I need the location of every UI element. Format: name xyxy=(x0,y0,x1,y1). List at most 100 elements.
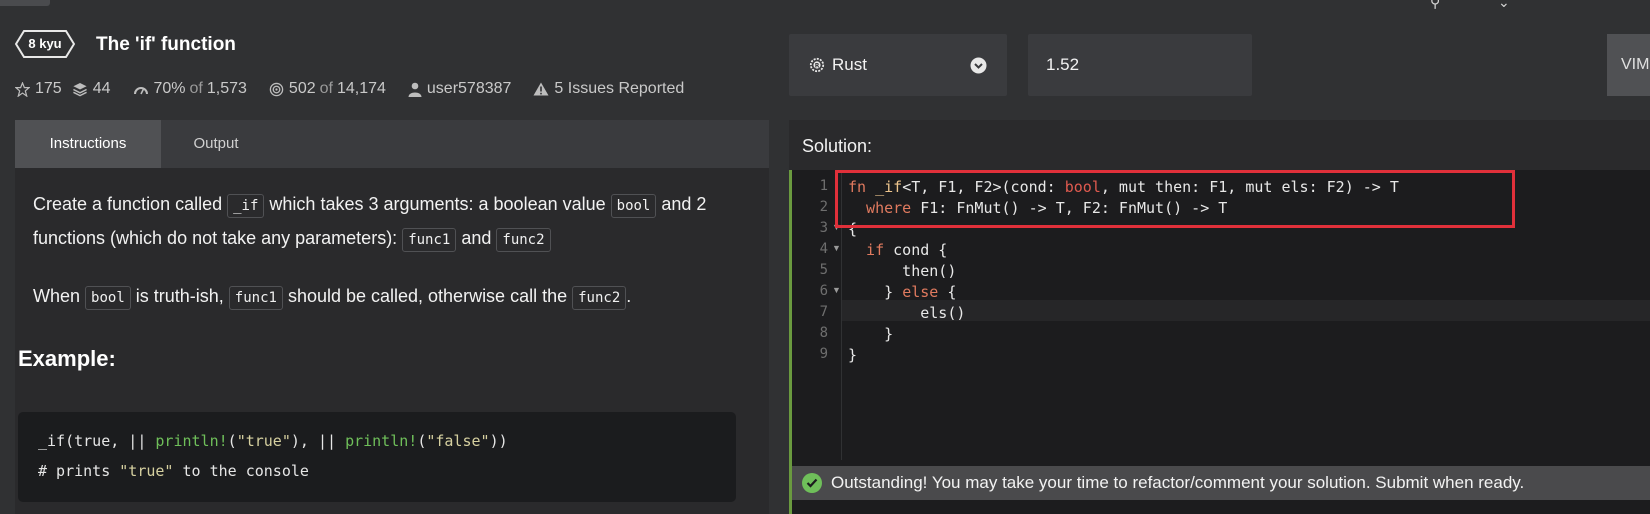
code-line-7: els() xyxy=(848,304,966,322)
code-token: ), || xyxy=(290,432,346,450)
code-token: "true" xyxy=(236,432,291,450)
inline-code: func1 xyxy=(402,228,457,252)
user-icon xyxy=(408,82,422,97)
example-code-block: _if(true, || println!("true"), || printl… xyxy=(18,412,736,502)
success-message: Outstanding! You may take your time to r… xyxy=(831,473,1525,492)
author-name: user578387 xyxy=(426,80,512,97)
fold-arrow-icon[interactable]: ▼ xyxy=(832,285,841,295)
line-number: 6 xyxy=(819,283,828,299)
code-token: else xyxy=(902,283,939,301)
gauge-icon xyxy=(133,87,148,95)
solution-panel: Solution: 1 2 3 ▼ 4 ▼ 5 6 ▼ 7 8 9 fn _if… xyxy=(789,120,1650,514)
text: When xyxy=(33,286,86,306)
rank-label: 8 kyu xyxy=(28,36,62,51)
inline-code: func1 xyxy=(228,286,283,310)
version-select[interactable]: 1.52 xyxy=(1028,34,1252,96)
code-token: println! xyxy=(155,432,228,450)
line-number: 3 xyxy=(819,220,828,236)
chevron-down-icon[interactable]: ⌄ xyxy=(1498,0,1510,11)
inline-code: bool xyxy=(85,286,131,310)
completed-total: 14,174 xyxy=(336,80,386,97)
tab-instructions[interactable]: Instructions xyxy=(15,120,161,168)
highlight-annotation-box xyxy=(835,170,1515,228)
code-editor[interactable]: 1 2 3 ▼ 4 ▼ 5 6 ▼ 7 8 9 fn _if<T, F1, F2… xyxy=(789,170,1650,514)
text: which takes 3 arguments: a boolean value xyxy=(264,194,611,214)
text: . xyxy=(626,286,632,306)
line-number: 8 xyxy=(819,325,828,341)
code-token: to the console xyxy=(173,462,309,480)
collections-stat[interactable]: 44 xyxy=(72,80,111,98)
success-banner: Outstanding! You may take your time to r… xyxy=(792,466,1650,500)
tab-bar: Instructions Output xyxy=(15,120,769,168)
rank-badge: 8 kyu xyxy=(15,30,75,58)
vim-toggle-button[interactable]: VIM xyxy=(1607,34,1650,96)
search-icon[interactable]: ⚲ xyxy=(1430,0,1440,11)
vim-label: VIM xyxy=(1621,56,1650,73)
issues-label: 5 Issues Reported xyxy=(554,80,685,97)
text: is truth-ish, xyxy=(130,286,229,306)
fold-arrow-icon[interactable]: ▼ xyxy=(832,243,841,253)
line-number: 2 xyxy=(819,199,828,215)
line-number: 9 xyxy=(819,346,828,362)
code-token: if xyxy=(848,241,885,259)
stars-count: 175 xyxy=(35,80,62,97)
chevron-down-icon xyxy=(970,57,987,73)
code-token: )) xyxy=(489,432,508,450)
top-nav-tab[interactable] xyxy=(0,0,50,6)
code-token: println! xyxy=(345,432,418,450)
author-stat[interactable]: user578387 xyxy=(408,80,512,98)
top-strip: ⚲ ⌄ xyxy=(0,0,1650,10)
target-icon xyxy=(269,82,284,96)
check-circle-icon xyxy=(802,473,822,493)
collections-count: 44 xyxy=(92,80,111,97)
line-number: 5 xyxy=(819,262,828,278)
description-paragraph-1: Create a function called _if which takes… xyxy=(33,188,753,256)
kata-stats: 175 44 70% of 1,573 502 of 14,174 user57… xyxy=(15,80,706,98)
line-number: 4 xyxy=(819,241,828,257)
completed-stat: 502 of 14,174 xyxy=(269,80,386,98)
language-label: Rust xyxy=(832,55,867,74)
inline-code: func2 xyxy=(572,286,627,310)
inline-code: func2 xyxy=(496,228,551,252)
version-label: 1.52 xyxy=(1046,55,1080,74)
code-token: ( xyxy=(227,432,237,450)
rust-logo-icon: R xyxy=(809,57,825,73)
code-token: cond { xyxy=(884,241,948,259)
inline-code: bool xyxy=(610,194,657,218)
satisfaction-stat: 70% of 1,573 xyxy=(133,80,247,98)
code-token: "false" xyxy=(426,432,490,450)
solution-label: Solution: xyxy=(802,136,873,156)
code-token: { xyxy=(938,283,957,301)
stars-stat[interactable]: 175 xyxy=(15,80,62,98)
code-line-4: if cond { xyxy=(848,241,947,259)
code-token: } xyxy=(848,283,903,301)
code-line-8: } xyxy=(848,325,894,343)
satisfaction-percent: 70% xyxy=(153,80,186,97)
text: Create a function called xyxy=(33,194,228,214)
svg-text:R: R xyxy=(815,63,820,70)
completed-of: of xyxy=(319,80,333,97)
kata-title[interactable]: The 'if' function xyxy=(96,34,236,56)
example-code-line-1: _if(true, || println!("true"), || printl… xyxy=(38,426,716,456)
description-paragraph-2: When bool is truth-ish, func1 should be … xyxy=(33,280,753,314)
layers-icon xyxy=(72,82,87,96)
line-number: 1 xyxy=(819,178,828,194)
issues-stat[interactable]: 5 Issues Reported xyxy=(533,80,684,98)
description: Create a function called _if which takes… xyxy=(33,188,753,338)
warning-icon xyxy=(533,82,549,96)
text: and xyxy=(456,228,497,248)
language-select[interactable]: R Rust xyxy=(789,34,1007,96)
example-heading: Example: xyxy=(18,346,116,371)
example-code-line-2: # prints "true" to the console xyxy=(38,456,716,486)
code-token: _if(true, || xyxy=(38,432,156,450)
text: should be called, otherwise call the xyxy=(282,286,573,306)
code-token: # prints xyxy=(38,462,120,480)
star-icon xyxy=(15,81,30,97)
code-token: "true" xyxy=(119,462,174,480)
code-token: ( xyxy=(417,432,427,450)
satisfaction-of: of xyxy=(189,80,203,97)
inline-code: _if xyxy=(227,194,265,218)
tab-output[interactable]: Output xyxy=(161,120,271,168)
code-line-6: } else { xyxy=(848,283,956,301)
line-number: 7 xyxy=(819,304,828,320)
